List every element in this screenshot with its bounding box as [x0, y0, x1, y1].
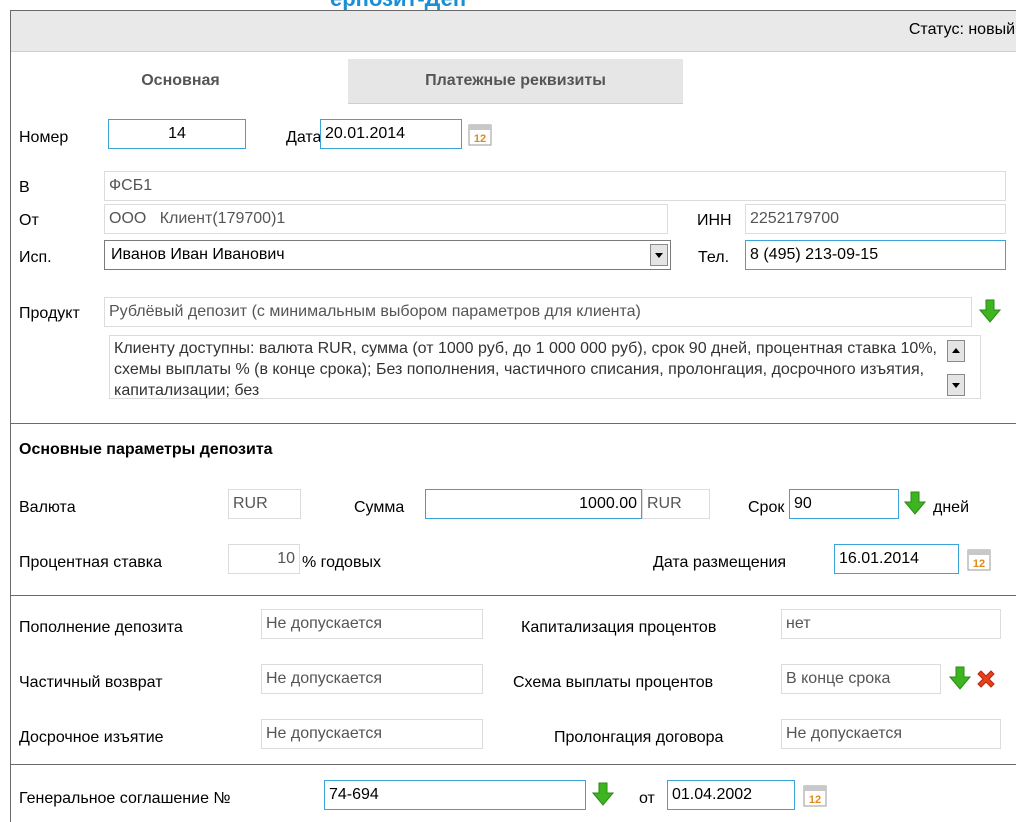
- date-field[interactable]: 20.01.2014: [320, 119, 462, 149]
- rate-field: 10: [228, 544, 300, 574]
- prolongation-label: Пролонгация договора: [554, 729, 724, 746]
- calendar-icon-day: 12: [973, 558, 985, 570]
- product-label: Продукт: [19, 305, 80, 322]
- exec-label: Исп.: [19, 249, 52, 266]
- number-field[interactable]: 14: [108, 119, 246, 149]
- agreement-date-label: от: [639, 790, 655, 807]
- arrow-down-icon[interactable]: [979, 299, 1001, 323]
- calendar-icon-day: 12: [809, 794, 821, 806]
- topup-field: Не допускается: [261, 609, 483, 639]
- phone-field[interactable]: 8 (495) 213-09-15: [745, 240, 1006, 270]
- scroll-down-icon[interactable]: [947, 374, 965, 396]
- status-bar: Статус: новый: [11, 11, 1016, 52]
- divider: [11, 423, 1016, 424]
- calendar-icon[interactable]: 12: [803, 783, 827, 807]
- placement-date-label: Дата размещения: [653, 554, 787, 571]
- date-label: Дата: [286, 129, 322, 146]
- from-client: Клиент(179700)1: [159, 210, 286, 227]
- calendar-icon-day: 12: [474, 133, 486, 145]
- divider: [11, 764, 1016, 765]
- arrow-down-icon[interactable]: [592, 782, 614, 806]
- term-unit: дней: [933, 499, 970, 516]
- to-field: ФСБ1: [104, 171, 1006, 201]
- prolongation-field: Не допускается: [781, 719, 1001, 749]
- product-field[interactable]: Рублёвый депозит (с минимальным выбором …: [104, 297, 972, 327]
- status-text: Статус: новый: [908, 21, 1015, 38]
- currency-label: Валюта: [19, 499, 76, 516]
- inn-field: 2252179700: [745, 204, 1006, 234]
- currency-field: RUR: [228, 489, 301, 519]
- from-field: ООО Клиент(179700)1: [104, 204, 668, 234]
- executor-value: Иванов Иван Иванович: [111, 246, 285, 263]
- deposit-form-panel: Статус: новый Основная Платежные реквизи…: [10, 10, 1016, 822]
- capitalization-field: нет: [781, 609, 1001, 639]
- tab-main[interactable]: Основная: [13, 59, 348, 103]
- arrow-down-icon[interactable]: [904, 491, 926, 515]
- chevron-down-icon[interactable]: [650, 244, 668, 266]
- capitalization-label: Капитализация процентов: [521, 619, 717, 636]
- amount-label: Сумма: [354, 499, 405, 516]
- term-field[interactable]: 90: [789, 489, 899, 519]
- amount-field[interactable]: 1000.00: [425, 489, 642, 519]
- tab-payment-details[interactable]: Платежные реквизиты: [348, 59, 683, 104]
- delete-icon[interactable]: [975, 667, 997, 691]
- calendar-icon[interactable]: 12: [468, 122, 492, 146]
- agreement-date-field[interactable]: 01.04.2002: [667, 780, 795, 810]
- payout-scheme-field[interactable]: В конце срока: [781, 664, 941, 694]
- arrow-down-icon[interactable]: [949, 666, 971, 690]
- scroll-up-icon[interactable]: [947, 340, 965, 362]
- executor-select[interactable]: Иванов Иван Иванович: [104, 240, 671, 270]
- product-description: Клиенту доступны: валюта RUR, сумма (от …: [109, 335, 941, 399]
- number-label: Номер: [19, 129, 69, 146]
- calendar-icon[interactable]: 12: [967, 547, 991, 571]
- term-label: Срок: [748, 499, 785, 516]
- early-withdrawal-label: Досрочное изъятие: [19, 729, 164, 746]
- payout-scheme-label: Схема выплаты процентов: [513, 674, 714, 691]
- rate-label: Процентная ставка: [19, 554, 162, 571]
- agreement-number-field[interactable]: 74-694: [324, 780, 586, 810]
- rate-unit: % годовых: [302, 554, 381, 571]
- agreement-label: Генеральное соглашение №: [19, 790, 231, 807]
- amount-currency-field: RUR: [642, 489, 710, 519]
- placement-date-field[interactable]: 16.01.2014: [834, 544, 959, 574]
- divider: [11, 595, 1016, 596]
- to-label: В: [19, 179, 30, 196]
- topup-label: Пополнение депозита: [19, 619, 183, 636]
- phone-label: Тел.: [698, 249, 730, 266]
- inn-label: ИНН: [697, 212, 732, 229]
- partial-return-label: Частичный возврат: [19, 674, 163, 691]
- early-withdrawal-field: Не допускается: [261, 719, 483, 749]
- from-org-type: ООО: [109, 210, 147, 227]
- description-scrollbar[interactable]: [941, 335, 981, 399]
- params-section-title: Основные параметры депозита: [19, 441, 273, 458]
- from-label: От: [19, 212, 39, 229]
- partial-return-field: Не допускается: [261, 664, 483, 694]
